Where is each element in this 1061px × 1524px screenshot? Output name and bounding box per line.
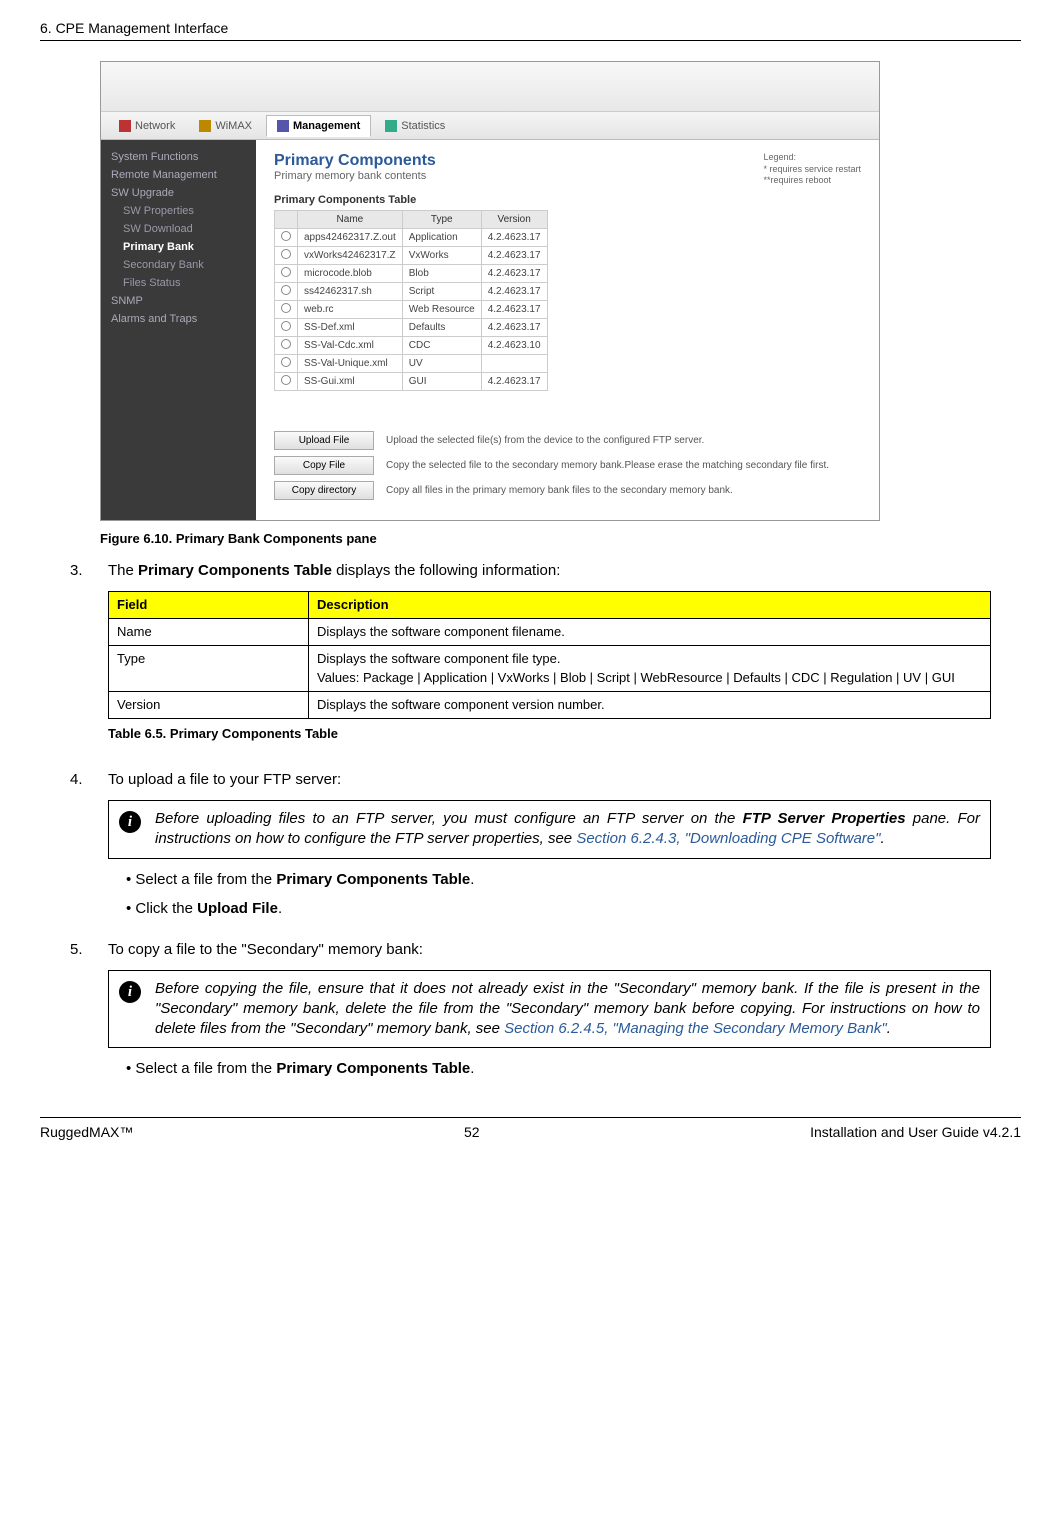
app-body: System Functions Remote Management SW Up… bbox=[101, 140, 879, 520]
components-table: Name Type Version apps42462317.Z.outAppl… bbox=[274, 210, 548, 391]
table-row[interactable]: SS-Val-Unique.xmlUV bbox=[275, 355, 548, 373]
table-row[interactable]: SS-Gui.xmlGUI4.2.4623.17 bbox=[275, 373, 548, 391]
radio-icon[interactable] bbox=[281, 357, 291, 367]
fields-row: Name Displays the software component fil… bbox=[109, 619, 991, 646]
wimax-icon bbox=[199, 120, 211, 132]
table-row[interactable]: web.rcWeb Resource4.2.4623.17 bbox=[275, 301, 548, 319]
action-copy: Copy File Copy the selected file to the … bbox=[274, 456, 861, 475]
tab-statistics[interactable]: Statistics bbox=[375, 116, 455, 136]
step-4: 4. To upload a file to your FTP server: … bbox=[70, 769, 991, 927]
management-icon bbox=[277, 120, 289, 132]
sidebar-sub-secondarybank[interactable]: Secondary Bank bbox=[101, 256, 256, 274]
info-icon: i bbox=[119, 981, 141, 1003]
sidebar-sub-swdownload[interactable]: SW Download bbox=[101, 220, 256, 238]
link-section-6243[interactable]: Section 6.2.4.3, "Downloading CPE Softwa… bbox=[576, 830, 880, 847]
action-upload: Upload File Upload the selected file(s) … bbox=[274, 431, 861, 450]
fields-header: Field Description bbox=[109, 592, 991, 619]
fields-table: Field Description Name Displays the soft… bbox=[108, 591, 991, 719]
copydir-desc: Copy all files in the primary memory ban… bbox=[386, 485, 861, 496]
sidebar-item-remote[interactable]: Remote Management bbox=[101, 166, 256, 184]
legend: Legend: * requires service restart **req… bbox=[763, 152, 861, 187]
app-window: Network WiMAX Management Statistics Syst… bbox=[100, 61, 880, 521]
info-icon: i bbox=[119, 811, 141, 833]
table-header-row: Name Type Version bbox=[275, 211, 548, 229]
sidebar: System Functions Remote Management SW Up… bbox=[101, 140, 256, 520]
radio-icon[interactable] bbox=[281, 339, 291, 349]
info-box: i Before uploading files to an FTP serve… bbox=[108, 800, 991, 859]
info-text: Before uploading files to an FTP server,… bbox=[155, 809, 980, 850]
table-label: Primary Components Table bbox=[274, 194, 861, 206]
fields-row: Version Displays the software component … bbox=[109, 691, 991, 718]
figure-caption: Figure 6.10. Primary Bank Components pan… bbox=[100, 531, 1021, 546]
radio-icon[interactable] bbox=[281, 249, 291, 259]
tab-wimax[interactable]: WiMAX bbox=[189, 116, 262, 136]
upload-file-button[interactable]: Upload File bbox=[274, 431, 374, 450]
sidebar-item-swupgrade[interactable]: SW Upgrade bbox=[101, 184, 256, 202]
footer-center: 52 bbox=[464, 1124, 480, 1140]
table-caption: Table 6.5. Primary Components Table bbox=[108, 725, 991, 743]
copy-file-button[interactable]: Copy File bbox=[274, 456, 374, 475]
step-content: The Primary Components Table displays th… bbox=[108, 560, 991, 757]
sidebar-item-snmp[interactable]: SNMP bbox=[101, 292, 256, 310]
main-panel: Legend: * requires service restart **req… bbox=[256, 140, 879, 520]
bullet: Select a file from the Primary Component… bbox=[126, 869, 991, 890]
upload-desc: Upload the selected file(s) from the dev… bbox=[386, 435, 861, 446]
info-box: i Before copying the file, ensure that i… bbox=[108, 970, 991, 1049]
sidebar-sub-swprops[interactable]: SW Properties bbox=[101, 202, 256, 220]
step-content: To upload a file to your FTP server: i B… bbox=[108, 769, 991, 927]
bullet: Click the Upload File. bbox=[126, 898, 991, 919]
step-num: 5. bbox=[70, 939, 90, 1088]
app-top-bar bbox=[101, 62, 879, 112]
info-text: Before copying the file, ensure that it … bbox=[155, 979, 980, 1040]
table-row[interactable]: SS-Def.xmlDefaults4.2.4623.17 bbox=[275, 319, 548, 337]
table-row[interactable]: apps42462317.Z.outApplication4.2.4623.17 bbox=[275, 229, 548, 247]
table-row[interactable]: vxWorks42462317.ZVxWorks4.2.4623.17 bbox=[275, 247, 548, 265]
copy-directory-button[interactable]: Copy directory bbox=[274, 481, 374, 500]
link-section-6245[interactable]: Section 6.2.4.5, "Managing the Secondary… bbox=[504, 1020, 887, 1037]
tab-management[interactable]: Management bbox=[266, 115, 371, 137]
fields-row: Type Displays the software component fil… bbox=[109, 646, 991, 691]
radio-icon[interactable] bbox=[281, 303, 291, 313]
table-row[interactable]: microcode.blobBlob4.2.4623.17 bbox=[275, 265, 548, 283]
radio-icon[interactable] bbox=[281, 285, 291, 295]
page-footer: RuggedMAX™ 52 Installation and User Guid… bbox=[40, 1117, 1021, 1140]
sidebar-item-system[interactable]: System Functions bbox=[101, 148, 256, 166]
bullet: Select a file from the Primary Component… bbox=[126, 1058, 991, 1079]
radio-icon[interactable] bbox=[281, 231, 291, 241]
footer-right: Installation and User Guide v4.2.1 bbox=[810, 1124, 1021, 1140]
action-copydir: Copy directory Copy all files in the pri… bbox=[274, 481, 861, 500]
step-3: 3. The Primary Components Table displays… bbox=[70, 560, 991, 757]
sidebar-sub-filesstatus[interactable]: Files Status bbox=[101, 274, 256, 292]
screenshot: Network WiMAX Management Statistics Syst… bbox=[100, 61, 880, 521]
header-title: 6. CPE Management Interface bbox=[40, 20, 228, 36]
copy-desc: Copy the selected file to the secondary … bbox=[386, 460, 861, 471]
tab-bar: Network WiMAX Management Statistics bbox=[101, 112, 879, 140]
page-header: 6. CPE Management Interface bbox=[40, 20, 1021, 41]
tab-network[interactable]: Network bbox=[109, 116, 185, 136]
table-row[interactable]: ss42462317.shScript4.2.4623.17 bbox=[275, 283, 548, 301]
step-5: 5. To copy a file to the "Secondary" mem… bbox=[70, 939, 991, 1088]
radio-icon[interactable] bbox=[281, 321, 291, 331]
step-num: 3. bbox=[70, 560, 90, 757]
radio-icon[interactable] bbox=[281, 375, 291, 385]
footer-left: RuggedMAX™ bbox=[40, 1124, 133, 1140]
step-num: 4. bbox=[70, 769, 90, 927]
sidebar-sub-primarybank[interactable]: Primary Bank bbox=[101, 238, 256, 256]
radio-icon[interactable] bbox=[281, 267, 291, 277]
statistics-icon bbox=[385, 120, 397, 132]
sidebar-item-alarms[interactable]: Alarms and Traps bbox=[101, 310, 256, 328]
network-icon bbox=[119, 120, 131, 132]
step-content: To copy a file to the "Secondary" memory… bbox=[108, 939, 991, 1088]
table-row[interactable]: SS-Val-Cdc.xmlCDC4.2.4623.10 bbox=[275, 337, 548, 355]
